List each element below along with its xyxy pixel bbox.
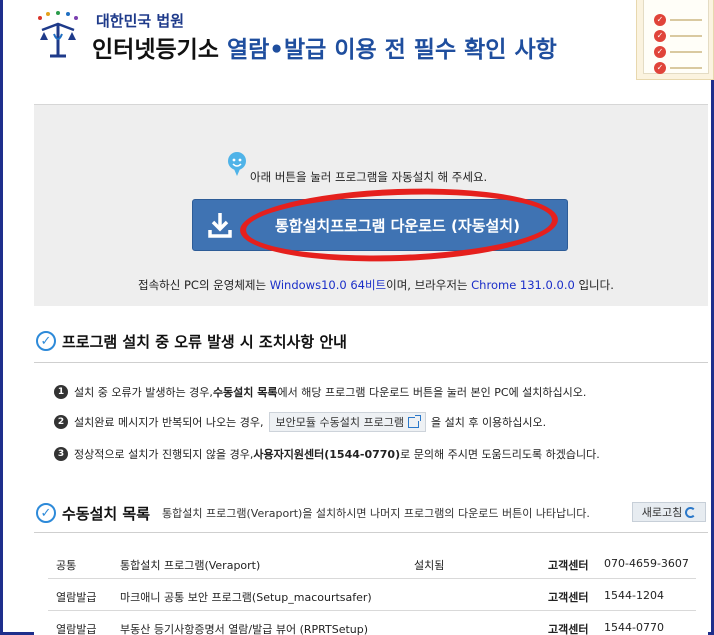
checklist-illustration: ✓ ✓ ✓ ✓ [636, 0, 714, 80]
row-program-name: 마크애니 공통 보안 프로그램(Setup_macourtsafer) [120, 591, 372, 604]
page-title-plain: 인터넷등기소 [92, 37, 227, 63]
checklist-paper: ✓ ✓ ✓ ✓ [643, 0, 709, 74]
refresh-label: 새로고침 [641, 506, 683, 519]
row-status: 설치됨 [414, 559, 445, 572]
court-name: 대한민국 법원 [96, 12, 185, 30]
table-row: 열람발급 부동산 등기사항증명서 열람/발급 뷰어 (RPRTSetup) 고객… [34, 611, 708, 635]
refresh-icon [685, 506, 697, 518]
header: 대한민국 법원 인터넷등기소 열람•발급 이용 전 필수 확인 사항 ✓ ✓ ✓… [0, 0, 714, 92]
browser-value: Chrome 131.0.0.0 [471, 278, 575, 292]
checklist-row: ✓ [654, 14, 702, 26]
row-program-name: 통합설치 프로그램(Veraport) [120, 559, 261, 572]
row-category: 공통 [56, 559, 77, 572]
check-icon: ✓ [654, 14, 666, 26]
guide-text-post: 을 설치 후 이용하십시오. [430, 416, 547, 429]
mascot-icon [228, 152, 246, 176]
check-circle-icon: ✓ [36, 331, 56, 351]
guide-text-bold: 수동설치 목록 [212, 386, 278, 399]
os-value: Windows10.0 64비트 [269, 278, 387, 292]
guide-text-post: 에서 해당 프로그램 다운로드 버튼을 눌러 본인 PC에 설치하십시오. [277, 386, 587, 399]
os-prefix: 접속하신 PC의 운영체제는 [138, 278, 270, 292]
row-program-name: 부동산 등기사항증명서 열람/발급 뷰어 (RPRTSetup) [120, 623, 369, 635]
row-phone: 070-4659-3607 [604, 557, 689, 570]
refresh-button[interactable]: 새로고침 [632, 502, 706, 522]
table-row: 열람발급 마크애니 공통 보안 프로그램(Setup_macourtsafer)… [34, 579, 708, 611]
guide-text-post: 로 문의해 주시면 도움드리도록 하겠습니다. [400, 448, 600, 461]
page-title-accent: 열람•발급 이용 전 필수 확인 사항 [226, 37, 557, 63]
row-phone: 1544-0770 [604, 621, 664, 634]
row-center-label: 고객센터 [548, 559, 589, 572]
error-guide-title: 프로그램 설치 중 오류 발생 시 조치사항 안내 [62, 332, 347, 351]
guide-text-pre: 설치완료 메시지가 반복되어 나오는 경우, [74, 416, 264, 429]
checklist-row: ✓ [654, 62, 702, 74]
checklist-row: ✓ [654, 46, 702, 58]
checklist-row: ✓ [654, 30, 702, 42]
error-guide-heading: ✓ 프로그램 설치 중 오류 발생 시 조치사항 안내 [36, 328, 347, 354]
row-center-label: 고객센터 [548, 591, 589, 604]
download-icon [193, 200, 247, 250]
row-category: 열람발급 [56, 591, 97, 604]
row-phone: 1544-1204 [604, 589, 664, 602]
download-panel: 아래 버튼을 눌러 프로그램을 자동설치 해 주세요. 통합설치프로그램 다운로… [34, 104, 708, 306]
os-info: 접속하신 PC의 운영체제는 Windows10.0 64비트이며, 브라우저는… [138, 277, 614, 293]
external-link-icon [407, 414, 421, 428]
highlight-ring [238, 183, 560, 267]
manual-install-table: 공통 통합설치 프로그램(Veraport) 설치됨 고객센터 070-4659… [34, 532, 708, 635]
number-badge: 2 [54, 415, 68, 429]
check-circle-icon: ✓ [36, 503, 56, 523]
number-badge: 3 [54, 447, 68, 461]
os-suffix: 입니다. [574, 278, 614, 292]
manual-install-label: 보안모듈 수동설치 프로그램 [275, 416, 404, 429]
page-title: 인터넷등기소 열람•발급 이용 전 필수 확인 사항 [92, 30, 557, 64]
guide-item: 1 설치 중 오류가 발생하는 경우, 수동설치 목록 에서 해당 프로그램 다운… [54, 383, 586, 401]
guide-text-pre: 정상적으로 설치가 진행되지 않을 경우, [74, 448, 254, 461]
check-icon: ✓ [654, 46, 666, 58]
guide-text-bold: 사용자지원센터(1544-0770) [253, 448, 401, 461]
manual-list-title: 수동설치 목록 [62, 504, 151, 523]
guide-item: 2 설치완료 메시지가 반복되어 나오는 경우, 보안모듈 수동설치 프로그램 … [54, 412, 547, 432]
number-badge: 1 [54, 385, 68, 399]
manual-list-subtitle: 통합설치 프로그램(Veraport)을 설치하시면 나머지 프로그램의 다운로… [162, 507, 590, 520]
row-center-label: 고객센터 [548, 623, 589, 635]
os-mid: 이며, 브라우저는 [386, 278, 472, 292]
court-logo-icon [38, 11, 78, 58]
check-icon: ✓ [654, 30, 666, 42]
check-icon: ✓ [654, 62, 666, 74]
security-module-manual-install-button[interactable]: 보안모듈 수동설치 프로그램 [268, 412, 426, 432]
download-notice-text: 아래 버튼을 눌러 프로그램을 자동설치 해 주세요. [250, 170, 488, 184]
error-guide-box: 1 설치 중 오류가 발생하는 경우, 수동설치 목록 에서 해당 프로그램 다운… [34, 362, 708, 472]
guide-item: 3 정상적으로 설치가 진행되지 않을 경우, 사용자지원센터(1544-077… [54, 445, 600, 463]
table-row: 공통 통합설치 프로그램(Veraport) 설치됨 고객센터 070-4659… [34, 547, 708, 579]
manual-list-heading: ✓ 수동설치 목록 통합설치 프로그램(Veraport)을 설치하시면 나머지… [36, 500, 590, 526]
guide-text-pre: 설치 중 오류가 발생하는 경우, [74, 386, 213, 399]
row-category: 열람발급 [56, 623, 97, 635]
